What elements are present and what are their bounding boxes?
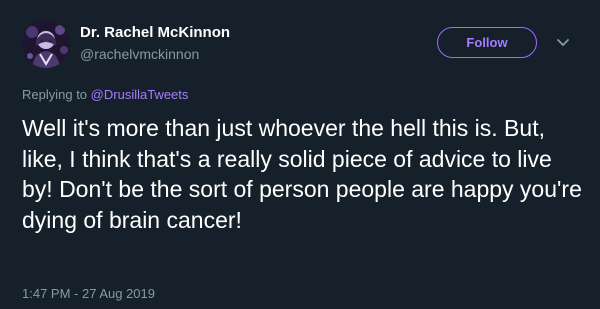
tweet-card: Dr. Rachel McKinnon @rachelvmckinnon Fol… xyxy=(0,0,600,309)
reply-context: Replying to @DrusillaTweets xyxy=(22,86,188,104)
chevron-down-icon[interactable] xyxy=(554,33,572,51)
reply-mention-link[interactable]: @DrusillaTweets xyxy=(91,87,189,102)
tweet-timestamp[interactable]: 1:47 PM - 27 Aug 2019 xyxy=(22,286,155,302)
follow-button[interactable]: Follow xyxy=(437,27,537,58)
tweet-text: Well it's more than just whoever the hel… xyxy=(22,115,582,233)
avatar[interactable] xyxy=(22,20,70,68)
author-handle[interactable]: @rachelvmckinnon xyxy=(80,45,199,63)
reply-prefix: Replying to xyxy=(22,87,88,102)
author-display-name[interactable]: Dr. Rachel McKinnon xyxy=(80,24,230,42)
